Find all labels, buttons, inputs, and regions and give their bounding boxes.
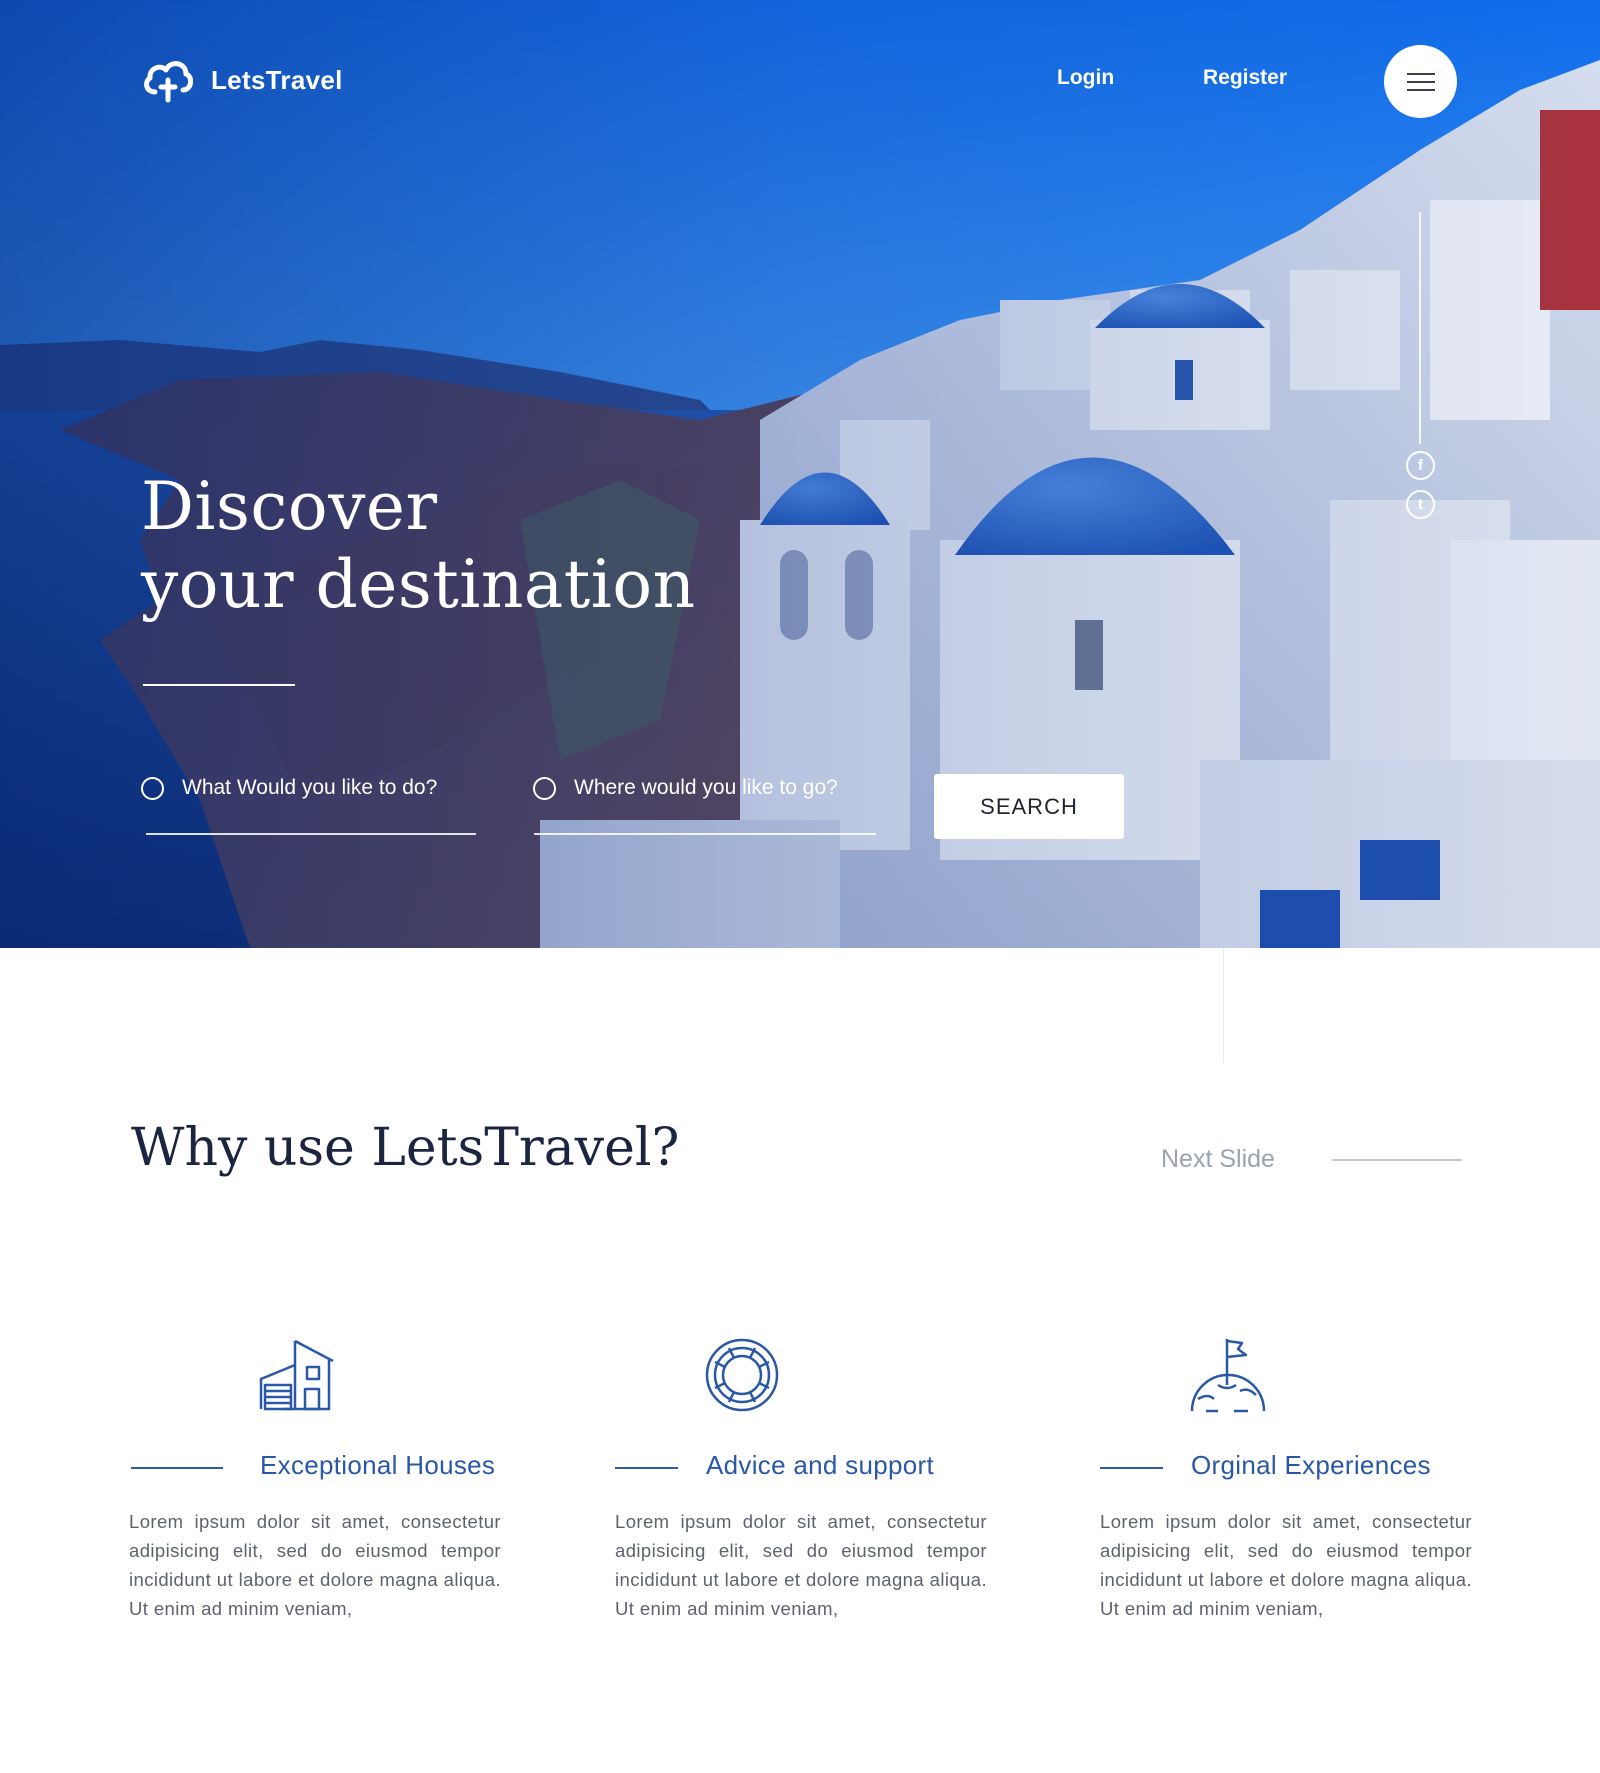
brand-name: LetsTravel — [211, 64, 343, 95]
section-divider-line — [1223, 948, 1224, 1063]
flag-globe-icon — [1190, 1339, 1266, 1413]
next-slide-line — [1332, 1159, 1462, 1161]
hero-underline — [143, 684, 295, 686]
feature-dash — [131, 1467, 223, 1469]
search-button[interactable]: SEARCH — [934, 774, 1124, 839]
activity-input-underline — [146, 833, 476, 835]
destination-input-underline — [534, 833, 876, 835]
login-link[interactable]: Login — [1057, 66, 1114, 90]
facebook-icon[interactable]: f — [1406, 451, 1435, 480]
register-link[interactable]: Register — [1203, 66, 1287, 90]
feature-dash — [1100, 1467, 1163, 1469]
menu-icon — [1406, 72, 1435, 75]
feature-description: Lorem ipsum dolor sit amet, consectetur … — [1100, 1511, 1472, 1619]
why-section-title: Why use LetsTravel? — [131, 1118, 680, 1178]
lifebuoy-icon — [705, 1338, 779, 1412]
twitter-icon[interactable]: t — [1406, 490, 1435, 519]
next-slide-link[interactable]: Next Slide — [1161, 1145, 1275, 1174]
destination-input[interactable]: Where would you like to go? — [533, 776, 838, 800]
brand-logo[interactable]: LetsTravel — [141, 56, 343, 104]
feature-description: Lorem ipsum dolor sit amet, consectetur … — [129, 1511, 501, 1619]
radio-ring-icon — [141, 776, 164, 800]
feature-title: Exceptional Houses — [260, 1450, 496, 1480]
activity-input[interactable]: What Would you like to do? — [141, 776, 437, 800]
destination-placeholder: Where would you like to go? — [574, 776, 838, 799]
feature-dash — [615, 1467, 678, 1469]
radio-ring-icon — [533, 776, 556, 800]
feature-title: Orginal Experiences — [1191, 1450, 1431, 1480]
menu-icon — [1406, 88, 1435, 91]
hamburger-menu-button[interactable] — [1384, 45, 1457, 118]
activity-placeholder: What Would you like to do? — [182, 776, 438, 799]
house-icon — [259, 1339, 334, 1411]
hero-title-line1: Discover — [141, 468, 438, 545]
social-divider — [1419, 212, 1421, 444]
hero-title-line2: your destination — [141, 546, 696, 623]
hero-section: LetsTravel Login Register f t Discover y… — [0, 0, 1600, 948]
menu-icon — [1406, 80, 1435, 83]
cloud-logo-icon — [144, 61, 193, 103]
hero-title: Discover your destination — [141, 468, 696, 624]
feature-title: Advice and support — [706, 1450, 934, 1480]
feature-description: Lorem ipsum dolor sit amet, consectetur … — [615, 1511, 987, 1619]
